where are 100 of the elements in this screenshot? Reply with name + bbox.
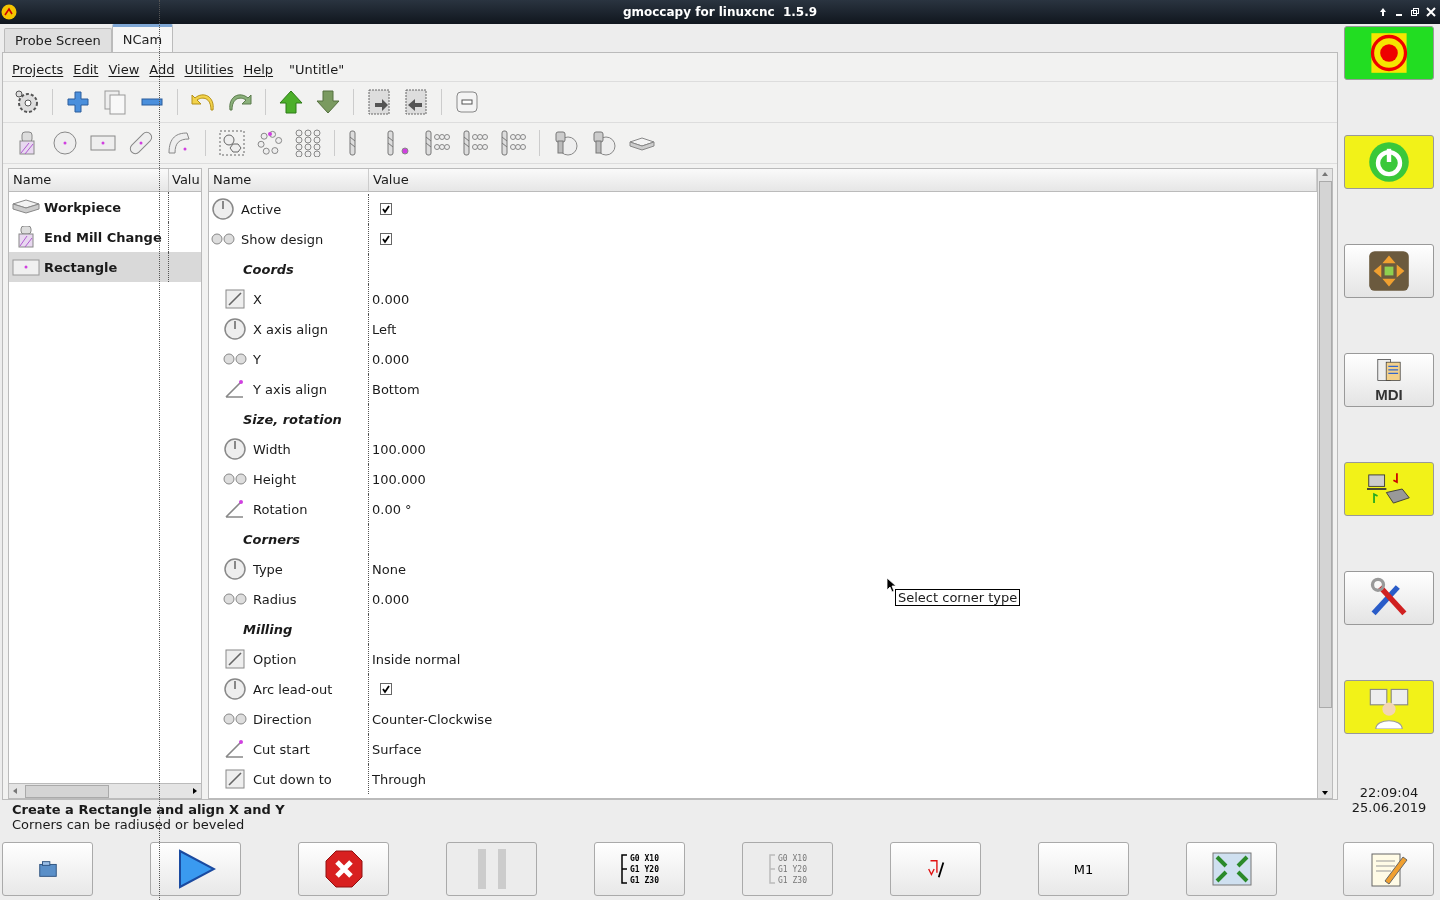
group-heading: Corners xyxy=(242,531,301,547)
drill-circle-icon[interactable] xyxy=(461,129,489,157)
fullscreen-button[interactable] xyxy=(1186,842,1277,896)
property-value[interactable]: Left xyxy=(372,321,397,337)
circle-pattern-icon[interactable] xyxy=(256,129,284,157)
checkbox[interactable] xyxy=(380,233,392,245)
up-arrow-icon[interactable] xyxy=(277,88,305,116)
menu-item[interactable]: Utilities xyxy=(179,61,239,77)
power-icon xyxy=(1367,140,1411,184)
property-value[interactable]: Counter-Clockwise xyxy=(372,711,493,727)
property-icon xyxy=(211,197,235,221)
vertical-scrollbar[interactable] xyxy=(1317,169,1332,798)
mouse-cursor-icon xyxy=(886,577,896,593)
property-name: X xyxy=(253,291,262,307)
property-icon xyxy=(223,287,247,311)
power-button[interactable] xyxy=(1344,135,1434,189)
column-header[interactable]: Name xyxy=(9,169,169,191)
property-value[interactable]: Bottom xyxy=(372,381,420,397)
export-icon[interactable] xyxy=(402,88,430,116)
property-name: Option xyxy=(253,651,297,667)
window-title: gmoccapy for linuxcnc 1.5.9 xyxy=(622,5,818,19)
column-header[interactable]: Valu xyxy=(169,169,200,191)
property-icon xyxy=(223,677,247,701)
project-title: "Untitle" xyxy=(288,61,345,77)
horizontal-scrollbar[interactable] xyxy=(9,783,201,798)
property-name: Show design xyxy=(241,231,324,247)
import-icon[interactable] xyxy=(365,88,393,116)
estop-button[interactable] xyxy=(1344,26,1434,80)
menu-item[interactable]: Add xyxy=(144,61,180,77)
tab[interactable]: Probe Screen xyxy=(4,28,112,52)
fullscreen-icon xyxy=(1211,849,1252,889)
property-value[interactable]: 0.00 ° xyxy=(372,501,412,517)
menu-item[interactable]: Help xyxy=(238,61,279,77)
tree-item[interactable]: Workpiece xyxy=(9,192,201,222)
clock-time: 22:09:04 xyxy=(1359,785,1419,800)
settings-icon[interactable] xyxy=(13,88,41,116)
tool-circle-icon[interactable] xyxy=(552,129,580,157)
close-icon[interactable] xyxy=(1426,7,1436,17)
tab[interactable]: NCam xyxy=(111,24,174,52)
group-heading: Milling xyxy=(242,621,293,637)
property-icon xyxy=(223,767,247,791)
grid-pattern-icon[interactable] xyxy=(294,129,322,157)
property-name: Height xyxy=(253,471,296,487)
property-value[interactable]: 100.000 xyxy=(372,471,426,487)
property-value[interactable]: 0.000 xyxy=(372,591,410,607)
property-name: Rotation xyxy=(253,501,308,517)
property-name: Cut start xyxy=(253,741,310,757)
open-button[interactable] xyxy=(2,842,93,896)
folder-icon xyxy=(36,858,59,880)
edit-button[interactable] xyxy=(1343,842,1434,896)
group-icon[interactable] xyxy=(218,129,246,157)
menu-item[interactable]: Projects xyxy=(7,61,69,77)
checkbox[interactable] xyxy=(380,203,392,215)
run-button[interactable] xyxy=(150,842,241,896)
property-name: Width xyxy=(253,441,291,457)
group-heading: Size, rotation xyxy=(242,411,342,427)
app-logo-icon xyxy=(1,4,17,20)
column-header[interactable]: Name xyxy=(209,169,369,191)
property-icon xyxy=(223,437,247,461)
group-heading: Coords xyxy=(242,261,294,277)
property-name: X axis align xyxy=(253,321,328,337)
skip-button[interactable] xyxy=(890,842,981,896)
property-value[interactable]: 0.000 xyxy=(372,351,410,367)
property-value[interactable]: Through xyxy=(372,771,426,787)
drill-arc-icon[interactable] xyxy=(499,129,527,157)
jog-button[interactable] xyxy=(1344,244,1434,298)
label-button[interactable]: M1 xyxy=(1038,842,1129,896)
step-button[interactable]: G0 X10 G1 Y20 G1 Z30 xyxy=(594,842,685,896)
property-name: Arc lead-out xyxy=(253,681,333,697)
collapse-icon[interactable] xyxy=(453,88,481,116)
menu-item[interactable]: View xyxy=(103,61,145,77)
arrows-icon xyxy=(1367,249,1411,293)
property-name: Type xyxy=(253,561,283,577)
down-arrow-icon[interactable] xyxy=(314,88,342,116)
mdi-button[interactable]: MDI xyxy=(1344,353,1434,407)
arc-icon[interactable] xyxy=(165,129,193,157)
property-name: Direction xyxy=(253,711,312,727)
tool-slot-icon[interactable] xyxy=(590,129,618,157)
drill-grid-icon[interactable] xyxy=(423,129,451,157)
property-value[interactable]: Inside normal xyxy=(372,651,461,667)
auto-button[interactable] xyxy=(1344,462,1434,516)
property-value[interactable]: None xyxy=(372,561,406,577)
bracket-icon xyxy=(620,854,629,884)
pin-icon[interactable] xyxy=(1378,7,1388,17)
stop-button[interactable] xyxy=(298,842,389,896)
settings-button[interactable] xyxy=(1344,571,1434,625)
tree-item[interactable]: Rectangle xyxy=(9,252,201,282)
maximize-icon[interactable] xyxy=(1410,7,1420,17)
property-name: Radius xyxy=(253,591,297,607)
menu-item[interactable]: Edit xyxy=(68,61,104,77)
property-value[interactable]: Surface xyxy=(372,741,422,757)
tooltip: Select corner type xyxy=(895,589,1021,606)
property-name: Active xyxy=(241,201,282,217)
property-value[interactable]: 0.000 xyxy=(372,291,410,307)
status-detail: Corners can be radiused or beveled xyxy=(12,817,246,832)
add-icon[interactable] xyxy=(64,88,92,116)
property-value[interactable]: 100.000 xyxy=(372,441,426,457)
circle-icon[interactable] xyxy=(51,129,79,157)
user-button[interactable] xyxy=(1344,680,1434,734)
checkbox[interactable] xyxy=(380,683,392,695)
